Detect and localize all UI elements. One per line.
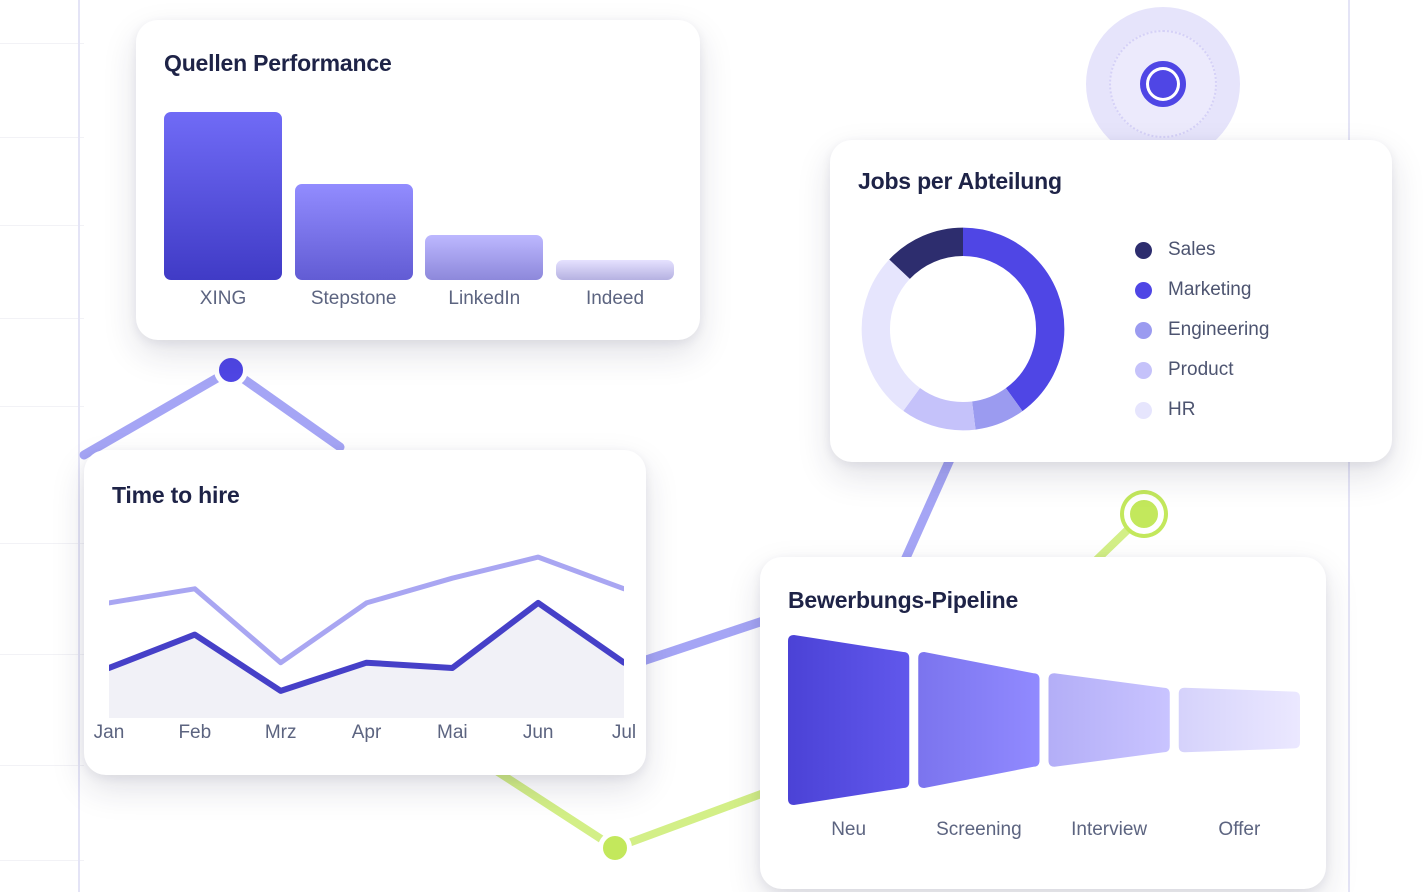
- card-bewerbungs-pipeline[interactable]: Bewerbungs-Pipeline Neu Screening Intervie…: [760, 557, 1326, 889]
- legend-item-product[interactable]: Product: [1135, 350, 1269, 390]
- month-label-jan: Jan: [93, 722, 125, 743]
- funnel-label-screening: Screening: [936, 819, 1022, 840]
- bar-label-linkedin: LinkedIn: [448, 288, 521, 309]
- card-quellen-performance[interactable]: Quellen Performance XING Stepstone LinkedI…: [136, 20, 700, 340]
- legend-item-marketing[interactable]: Marketing: [1135, 270, 1269, 310]
- line-chart-time-to-hire: [106, 528, 627, 718]
- bar-column[interactable]: [294, 184, 413, 280]
- connector-tth-to-pipeline: [635, 615, 771, 667]
- month-label-jul: Jul: [611, 722, 637, 743]
- funnel-segment-neu[interactable]: [788, 635, 910, 805]
- legend-dot-hr: [1135, 401, 1152, 419]
- bar-chart-category-labels: XING Stepstone LinkedIn Indeed: [164, 288, 674, 314]
- funnel-segment-interview[interactable]: [1048, 673, 1170, 767]
- month-label-mai: Mai: [437, 722, 468, 743]
- card-title-quellen-performance: Quellen Performance: [164, 50, 392, 76]
- bar-label-indeed: Indeed: [585, 288, 645, 309]
- legend-label-product: Product: [1168, 359, 1234, 380]
- card-title-bewerbungs-pipeline: Bewerbungs-Pipeline: [788, 587, 1019, 613]
- legend-label-sales: Sales: [1168, 239, 1216, 260]
- month-label-feb: Feb: [178, 722, 212, 743]
- card-jobs-per-abteilung[interactable]: Jobs per Abteilung Sales Marketing Enginee…: [830, 140, 1392, 462]
- legend-dot-engineering: [1135, 321, 1152, 339]
- legend-label-engineering: Engineering: [1168, 319, 1270, 340]
- bar-linkedin: [425, 235, 544, 280]
- line-chart-month-labels: Jan Feb Mrz Apr Mai Jun Jul: [94, 722, 636, 750]
- bar-column[interactable]: [164, 112, 282, 280]
- connector-purple-left: [79, 365, 345, 460]
- bar-chart-quellen: [164, 112, 674, 280]
- month-label-mrz: Mrz: [264, 722, 297, 743]
- bar-label-xing: XING: [199, 288, 247, 309]
- funnel-category-labels: Neu Screening Interview Offer: [788, 819, 1300, 847]
- legend-item-sales[interactable]: Sales: [1135, 230, 1269, 270]
- line-node-green-top[interactable]: [1124, 494, 1164, 534]
- funnel-segment-screening[interactable]: [918, 652, 1040, 788]
- card-time-to-hire[interactable]: Time to hire Jan Feb Mrz Apr Mai Jun Jul: [84, 450, 646, 775]
- legend-dot-marketing: [1135, 281, 1152, 299]
- funnel-label-interview: Interview: [1071, 819, 1148, 840]
- line-node-green-bottom[interactable]: [598, 831, 632, 865]
- line-chart-svg: [106, 554, 627, 718]
- bar-column[interactable]: [425, 235, 544, 280]
- month-label-apr: Apr: [351, 722, 382, 743]
- legend-label-hr: HR: [1168, 399, 1196, 420]
- donut-chart-jobs: [854, 220, 1072, 438]
- legend-label-marketing: Marketing: [1168, 279, 1252, 300]
- donut-svg: [861, 227, 1065, 431]
- legend-dot-product: [1135, 361, 1152, 379]
- donut-legend: Sales Marketing Engineering Product HR: [1135, 230, 1269, 430]
- bar-label-stepstone: Stepstone: [310, 288, 397, 309]
- card-title-jobs-per-abteilung: Jobs per Abteilung: [858, 168, 1062, 194]
- funnel-label-neu: Neu: [831, 819, 867, 840]
- funnel-chart-pipeline: [788, 635, 1300, 805]
- legend-item-engineering[interactable]: Engineering: [1135, 310, 1269, 350]
- bar-column[interactable]: [556, 260, 674, 280]
- connector-green-bottom: [494, 768, 776, 852]
- legend-dot-sales: [1135, 241, 1152, 259]
- connector-donut-to-pipeline: [900, 450, 957, 565]
- funnel-label-offer: Offer: [1218, 819, 1261, 840]
- line-node-purple[interactable]: [214, 353, 248, 387]
- bar-indeed: [556, 260, 674, 280]
- month-label-jun: Jun: [522, 722, 554, 743]
- funnel-svg: [788, 635, 1300, 805]
- funnel-segment-offer[interactable]: [1178, 687, 1300, 753]
- legend-item-hr[interactable]: HR: [1135, 390, 1269, 430]
- bar-stepstone: [294, 184, 413, 280]
- radar-node-core: [1149, 70, 1177, 98]
- card-title-time-to-hire: Time to hire: [112, 482, 240, 508]
- dashboard-illustration: Quellen Performance XING Stepstone LinkedI…: [0, 0, 1428, 892]
- bar-xing: [164, 112, 282, 280]
